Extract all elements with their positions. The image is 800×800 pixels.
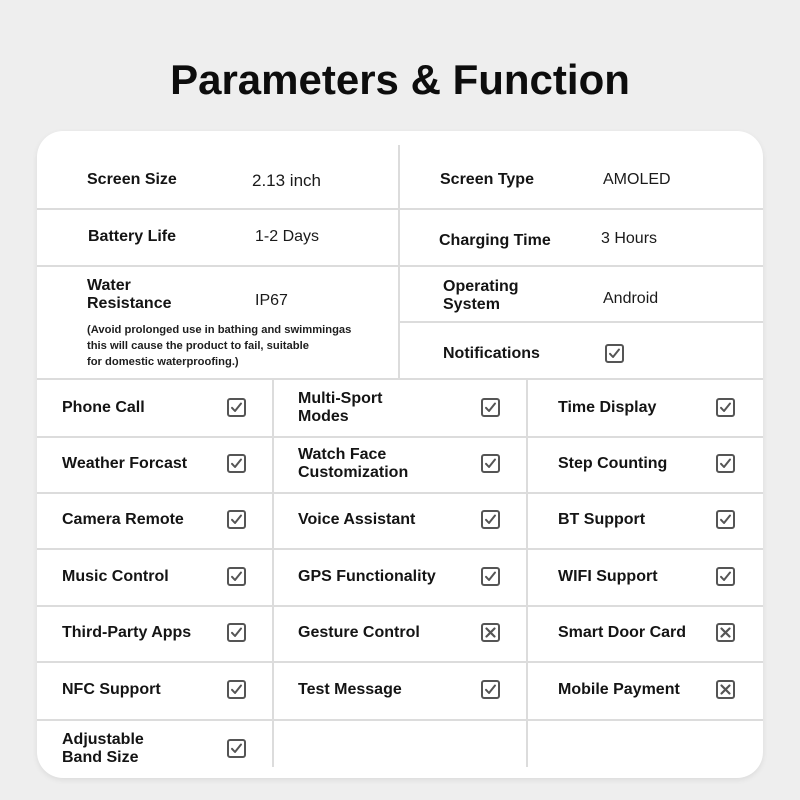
checkbox-checked-icon bbox=[481, 397, 500, 417]
feature-label: NFC Support bbox=[62, 681, 161, 698]
checkbox-crossed-icon bbox=[716, 680, 735, 699]
divider bbox=[37, 436, 763, 438]
feature-label: Weather Forcast bbox=[62, 455, 188, 472]
checkbox-checked-icon bbox=[716, 510, 735, 529]
spec-card: Screen Size 2.13 inch Screen Type AMOLED… bbox=[37, 131, 763, 778]
checkbox-checked-icon bbox=[227, 623, 246, 642]
operating-system-value: Android bbox=[603, 290, 659, 307]
feature-label: Gesture Control bbox=[298, 624, 420, 641]
checkbox-checked-icon bbox=[227, 454, 246, 473]
feature-label: Voice Assistant bbox=[298, 511, 416, 528]
water-resistance-label: Water Resistance bbox=[87, 277, 172, 312]
checkbox-checked-icon bbox=[481, 510, 500, 529]
checkbox-checked-icon bbox=[716, 397, 735, 417]
feature-label: Music Control bbox=[62, 567, 169, 585]
screen-type-label: Screen Type bbox=[440, 171, 534, 188]
feature-label: Time Display bbox=[558, 398, 657, 416]
divider bbox=[37, 661, 763, 663]
checkbox-checked-icon bbox=[227, 739, 246, 758]
feature-label: Mobile Payment bbox=[558, 681, 680, 698]
water-resistance-value: IP67 bbox=[255, 292, 288, 309]
divider bbox=[37, 492, 763, 494]
screen-size-label: Screen Size bbox=[87, 171, 177, 188]
feature-label: BT Support bbox=[558, 511, 646, 528]
feature-label: Test Message bbox=[298, 681, 402, 698]
divider bbox=[37, 605, 763, 607]
checkbox-checked-icon bbox=[716, 454, 735, 473]
feature-label: Step Counting bbox=[558, 455, 668, 472]
feature-label: Watch Face Customization bbox=[298, 446, 409, 481]
feature-label: Third-Party Apps bbox=[62, 624, 192, 641]
battery-life-label: Battery Life bbox=[88, 228, 177, 245]
feature-label: Adjustable Band Size bbox=[62, 731, 144, 766]
battery-life-value: 1-2 Days bbox=[255, 228, 320, 245]
divider bbox=[398, 145, 400, 379]
checkbox-checked-icon bbox=[481, 454, 500, 473]
notifications-label: Notifications bbox=[443, 345, 540, 362]
divider bbox=[37, 378, 763, 380]
divider bbox=[399, 321, 763, 323]
checkbox-checked-icon bbox=[605, 344, 624, 363]
charging-time-value: 3 Hours bbox=[601, 230, 658, 247]
feature-label: Smart Door Card bbox=[558, 624, 687, 641]
checkbox-checked-icon bbox=[227, 510, 246, 529]
checkbox-checked-icon bbox=[227, 397, 246, 417]
feature-label: WIFI Support bbox=[558, 567, 658, 585]
screen-type-value: AMOLED bbox=[603, 171, 671, 188]
feature-label: Phone Call bbox=[62, 398, 145, 416]
checkbox-checked-icon bbox=[481, 680, 500, 699]
divider bbox=[37, 208, 763, 210]
checkbox-checked-icon bbox=[481, 566, 500, 586]
feature-label: Camera Remote bbox=[62, 511, 184, 528]
water-resistance-note: (Avoid prolonged use in bathing and swim… bbox=[87, 324, 352, 368]
checkbox-checked-icon bbox=[227, 566, 246, 586]
divider bbox=[37, 265, 763, 267]
feature-label: Multi-Sport Modes bbox=[298, 389, 383, 425]
divider bbox=[37, 719, 763, 721]
checkbox-crossed-icon bbox=[716, 623, 735, 642]
checkbox-crossed-icon bbox=[481, 623, 500, 642]
page-title: Parameters & Function bbox=[170, 56, 630, 103]
operating-system-label: Operating System bbox=[443, 278, 519, 313]
checkbox-checked-icon bbox=[227, 680, 246, 699]
checkbox-checked-icon bbox=[716, 566, 735, 586]
divider bbox=[37, 548, 763, 550]
feature-label: GPS Functionality bbox=[298, 567, 436, 585]
screen-size-value: 2.13 inch bbox=[252, 171, 321, 190]
charging-time-label: Charging Time bbox=[439, 232, 551, 249]
